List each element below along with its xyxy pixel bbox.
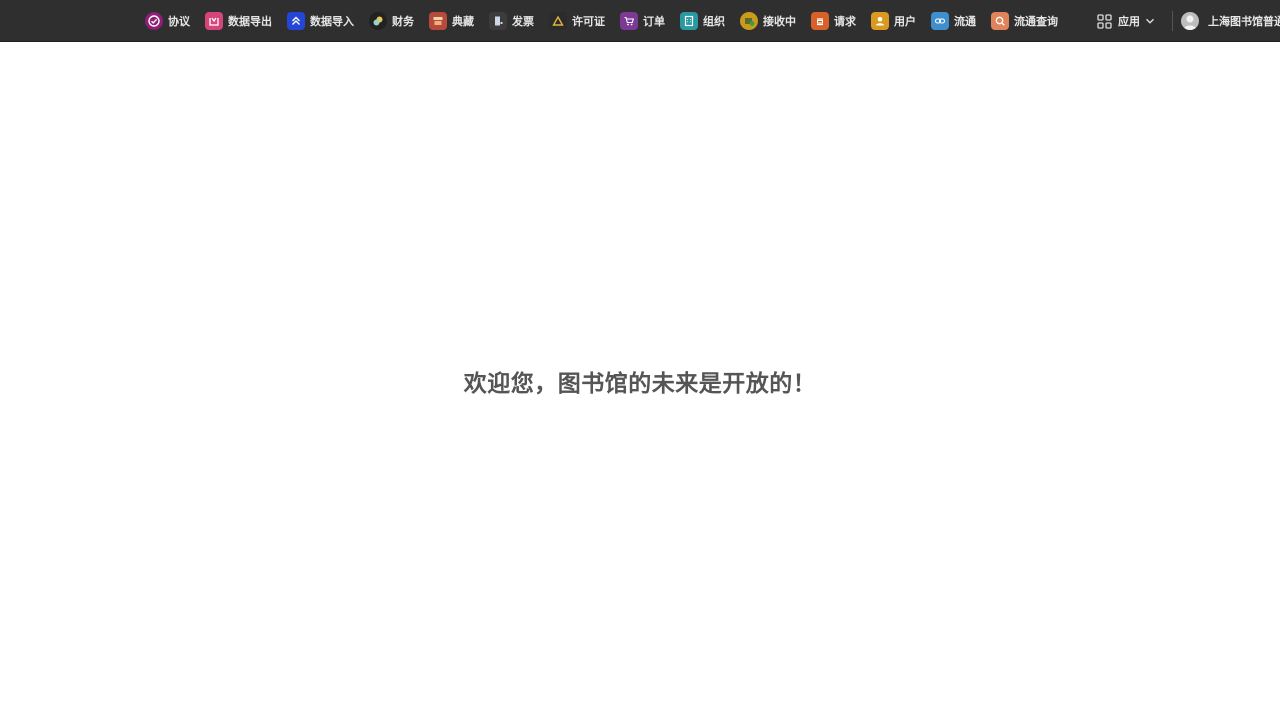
nav-item-label: 发票 xyxy=(512,15,534,28)
nav-item-order[interactable]: 订单 xyxy=(620,0,665,41)
license-triangle-icon xyxy=(549,12,567,30)
toolbar-divider xyxy=(1172,11,1173,31)
app-nav: 协议 数据导出 数据导入 财务 典藏 发票 许可证 订单 组织 接收中 请求 用… xyxy=(145,0,1073,41)
circulation-icon xyxy=(931,12,949,30)
nav-item-label: 财务 xyxy=(392,15,414,28)
invoice-door-icon xyxy=(489,12,507,30)
nav-item-label: 请求 xyxy=(834,15,856,28)
order-cart-icon xyxy=(620,12,638,30)
top-navigation-bar: 协议 数据导出 数据导入 财务 典藏 发票 许可证 订单 组织 接收中 请求 用… xyxy=(0,0,1280,42)
finance-coins-icon xyxy=(369,12,387,30)
nav-item-label: 用户 xyxy=(894,15,916,28)
nav-item-agreement[interactable]: 协议 xyxy=(145,0,190,41)
nav-item-license[interactable]: 许可证 xyxy=(549,0,605,41)
apps-grid-icon xyxy=(1097,13,1112,29)
apps-menu-label: 应用 xyxy=(1118,15,1140,28)
nav-item-label: 协议 xyxy=(168,15,190,28)
receiving-box-icon xyxy=(740,12,758,30)
data-export-icon xyxy=(205,12,223,30)
organization-building-icon xyxy=(680,12,698,30)
nav-item-request[interactable]: 请求 xyxy=(811,0,856,41)
welcome-message: 欢迎您，图书馆的未来是开放的！ xyxy=(463,371,817,397)
avatar-icon xyxy=(1181,12,1199,30)
apps-menu-button[interactable]: 应用 xyxy=(1097,0,1155,41)
nav-item-user[interactable]: 用户 xyxy=(871,0,916,41)
nav-item-data-import[interactable]: 数据导入 xyxy=(287,0,354,41)
nav-item-label: 订单 xyxy=(643,15,665,28)
nav-item-receiving[interactable]: 接收中 xyxy=(740,0,796,41)
nav-item-collection[interactable]: 典藏 xyxy=(429,0,474,41)
nav-item-circulation[interactable]: 流通 xyxy=(931,0,976,41)
user-profile-menu[interactable]: 上海图书馆普通 xyxy=(1181,0,1280,41)
nav-item-invoice[interactable]: 发票 xyxy=(489,0,534,41)
nav-item-data-export[interactable]: 数据导出 xyxy=(205,0,272,41)
circulation-search-icon xyxy=(991,12,1009,30)
nav-item-label: 数据导入 xyxy=(310,15,354,28)
nav-item-finance[interactable]: 财务 xyxy=(369,0,414,41)
data-import-icon xyxy=(287,12,305,30)
user-icon xyxy=(871,12,889,30)
nav-item-label: 数据导出 xyxy=(228,15,272,28)
user-name: 上海图书馆普通 xyxy=(1208,15,1280,28)
chevron-down-icon xyxy=(1145,16,1155,26)
nav-item-label: 典藏 xyxy=(452,15,474,28)
nav-item-circulation-search[interactable]: 流通查询 xyxy=(991,0,1058,41)
nav-item-label: 流通 xyxy=(954,15,976,28)
collection-icon xyxy=(429,12,447,30)
request-icon xyxy=(811,12,829,30)
nav-item-organization[interactable]: 组织 xyxy=(680,0,725,41)
nav-item-label: 组织 xyxy=(703,15,725,28)
nav-item-label: 流通查询 xyxy=(1014,15,1058,28)
agreement-check-icon xyxy=(145,12,163,30)
nav-item-label: 接收中 xyxy=(763,15,796,28)
nav-item-label: 许可证 xyxy=(572,15,605,28)
